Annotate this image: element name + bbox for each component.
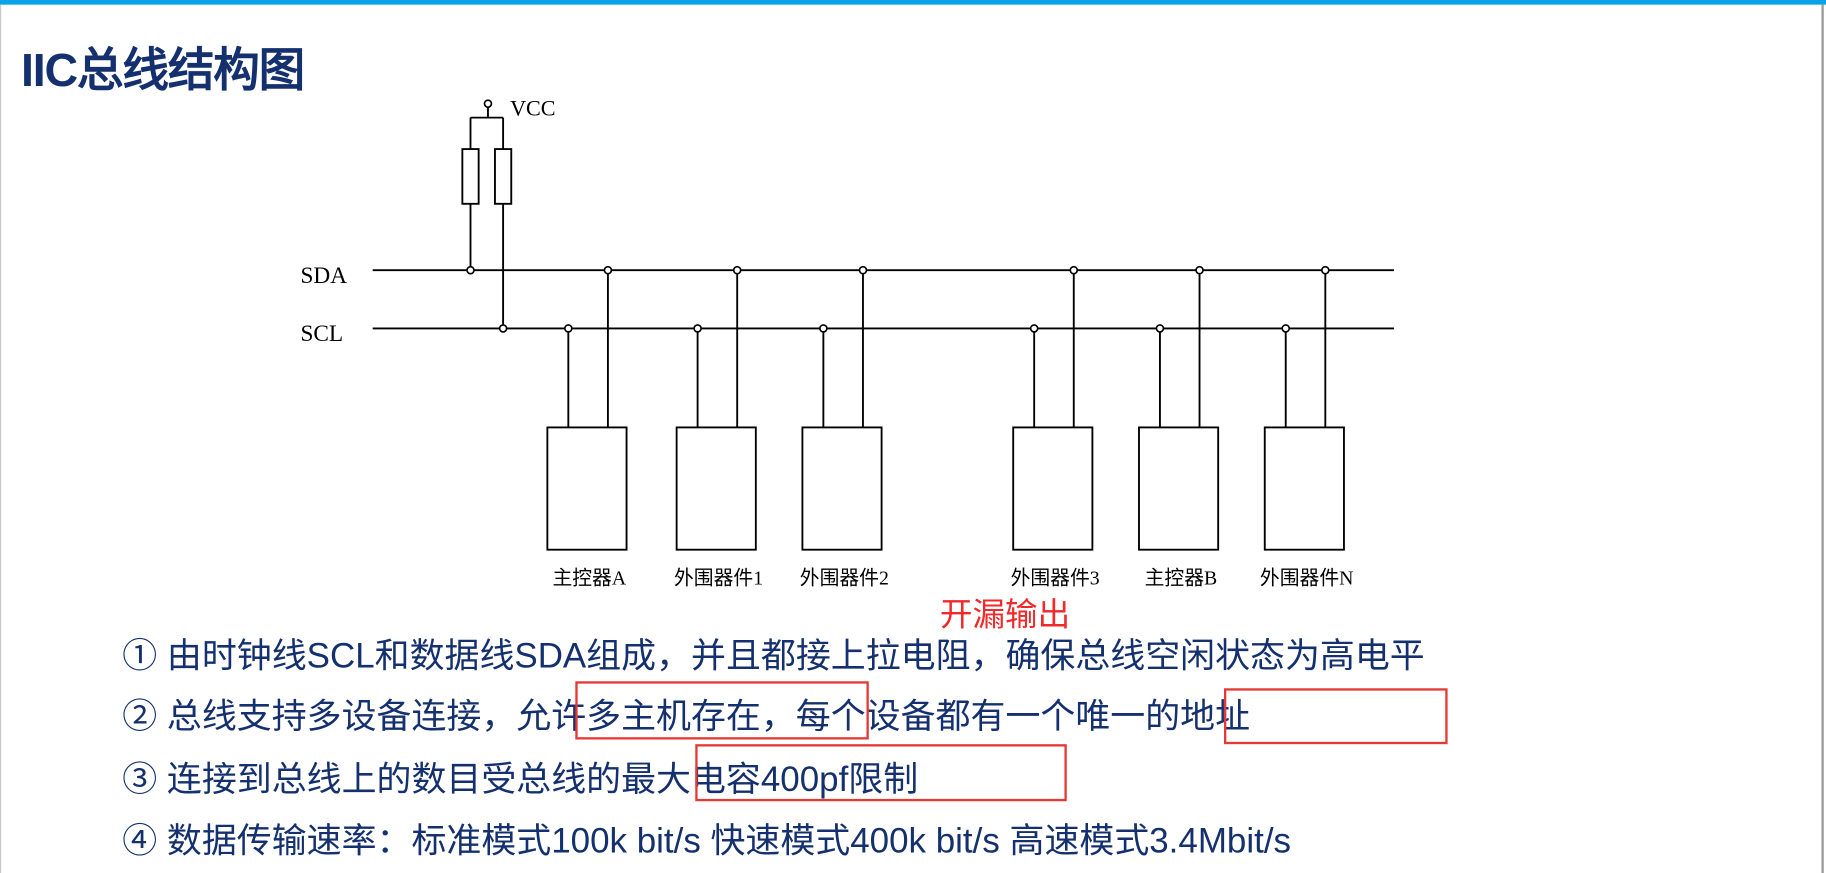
sda-junction <box>1321 265 1330 275</box>
device-label: 外围器件3 <box>1010 567 1100 590</box>
vcc-label: VCC <box>510 95 555 120</box>
point-1: ① 由时钟线SCL和数据线SDA组成，并且都接上拉电阻，确保总线空闲状态为高电平 <box>122 637 1425 676</box>
sda-junction <box>1069 265 1079 275</box>
scl-junction <box>693 324 702 333</box>
sda-label: SDA <box>300 263 347 289</box>
sda-junction <box>858 265 868 275</box>
device-label: 外围器件2 <box>799 567 889 590</box>
scl-junction <box>1155 324 1165 333</box>
device-box <box>546 426 628 551</box>
scl-junction <box>1029 324 1039 333</box>
scl-junction <box>564 324 573 333</box>
device-label: 主控器B <box>1144 567 1218 590</box>
device-label: 主控器A <box>552 567 627 590</box>
device-box <box>1012 426 1094 551</box>
device-box <box>1263 426 1345 551</box>
sda-junction <box>466 265 475 275</box>
highlight-unique-address <box>1223 688 1448 745</box>
scl-label: SCL <box>300 321 343 347</box>
sda-pullup-resistor <box>461 148 480 205</box>
device-box <box>801 426 883 551</box>
point-4: ④ 数据传输速率：标准模式100k bit/s 快速模式400k bit/s 高… <box>122 822 1292 861</box>
sda-junction <box>1195 265 1204 275</box>
highlight-max-capacitance <box>695 744 1067 802</box>
sda-junction <box>603 265 613 275</box>
scl-junction <box>1281 324 1291 333</box>
slide: IIC总线结构图 VCC SDA SCL 主控器A 外围器件1 外围器件2 外围器件3… <box>0 0 1826 873</box>
device-box <box>675 426 757 551</box>
device-label: 外围器件N <box>1259 567 1354 590</box>
scl-pullup-resistor <box>494 148 513 205</box>
vcc-terminal <box>483 99 493 108</box>
device-box <box>1138 426 1220 551</box>
sda-junction <box>732 265 742 275</box>
scl-junction <box>819 324 828 333</box>
iic-bus-diagram: VCC SDA SCL <box>300 95 1395 551</box>
scl-junction <box>498 324 508 333</box>
device-label: 外围器件1 <box>674 567 764 590</box>
highlight-multi-master <box>575 681 869 740</box>
